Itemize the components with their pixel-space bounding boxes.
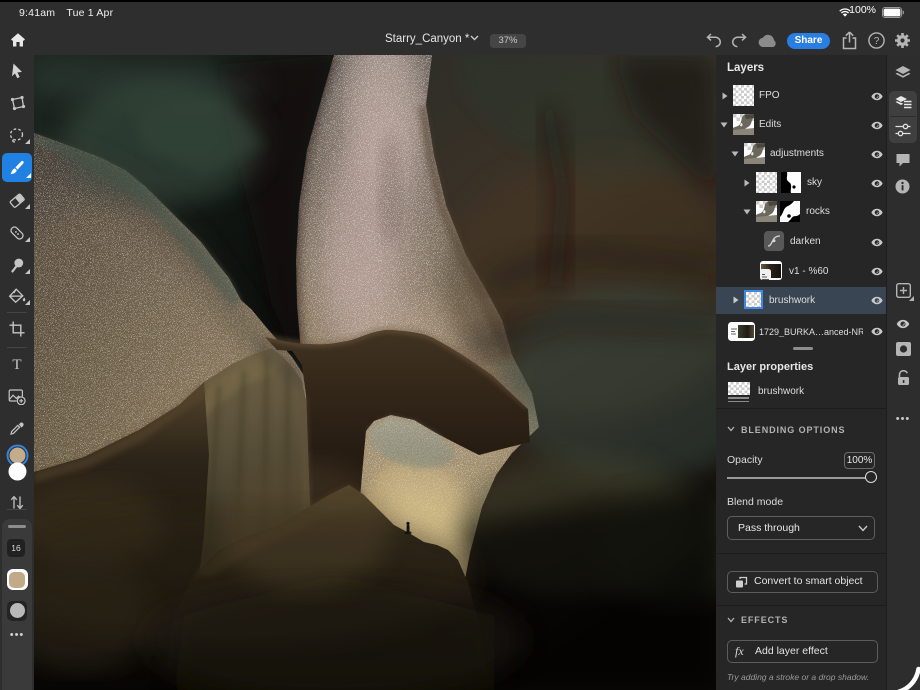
svg-text:?: ? bbox=[874, 36, 880, 47]
